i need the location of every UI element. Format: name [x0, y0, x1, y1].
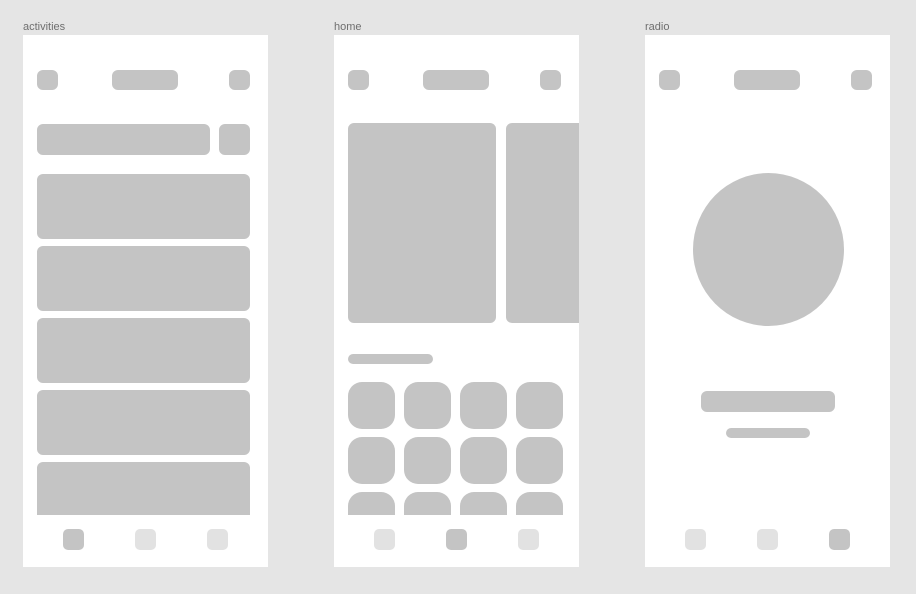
- nav-left-button[interactable]: [37, 70, 58, 90]
- nav-left-button[interactable]: [348, 70, 369, 90]
- tab-bar: [23, 515, 268, 567]
- tab-radio[interactable]: [829, 529, 850, 550]
- nav-title-placeholder: [423, 70, 489, 90]
- tab-radio[interactable]: [518, 529, 539, 550]
- station-title-placeholder: [701, 391, 835, 412]
- featured-card-next[interactable]: [506, 123, 579, 323]
- grid-tile[interactable]: [516, 382, 563, 429]
- section-heading-placeholder: [348, 354, 433, 364]
- frame-label-radio: radio: [645, 21, 670, 33]
- frame-label-activities: activities: [23, 21, 66, 33]
- tab-activities[interactable]: [63, 529, 84, 550]
- grid-tile[interactable]: [516, 437, 563, 484]
- nav-title-placeholder: [112, 70, 178, 90]
- tab-bar: [334, 515, 579, 567]
- grid-tile[interactable]: [460, 382, 507, 429]
- activities-screen: [23, 35, 268, 567]
- tab-radio[interactable]: [207, 529, 228, 550]
- radio-screen: [645, 35, 890, 567]
- tab-home[interactable]: [446, 529, 467, 550]
- grid-tile[interactable]: [348, 382, 395, 429]
- tab-activities[interactable]: [374, 529, 395, 550]
- featured-card[interactable]: [348, 123, 496, 323]
- nav-left-button[interactable]: [659, 70, 680, 90]
- station-artwork: [693, 173, 844, 326]
- grid-tile[interactable]: [404, 437, 451, 484]
- home-screen: [334, 35, 579, 567]
- activity-card[interactable]: [37, 246, 250, 311]
- activity-card[interactable]: [37, 390, 250, 455]
- grid-tile[interactable]: [460, 437, 507, 484]
- tab-bar: [645, 515, 890, 567]
- station-subtitle-placeholder: [726, 428, 810, 438]
- tab-activities[interactable]: [685, 529, 706, 550]
- grid-tile[interactable]: [348, 437, 395, 484]
- search-field[interactable]: [37, 124, 210, 155]
- tab-home[interactable]: [757, 529, 778, 550]
- nav-right-button[interactable]: [851, 70, 872, 90]
- grid-tile[interactable]: [404, 382, 451, 429]
- nav-right-button[interactable]: [229, 70, 250, 90]
- tab-home[interactable]: [135, 529, 156, 550]
- activity-card[interactable]: [37, 318, 250, 383]
- frame-label-home: home: [334, 21, 362, 33]
- nav-title-placeholder: [734, 70, 800, 90]
- activity-card[interactable]: [37, 174, 250, 239]
- nav-right-button[interactable]: [540, 70, 561, 90]
- filter-button[interactable]: [219, 124, 250, 155]
